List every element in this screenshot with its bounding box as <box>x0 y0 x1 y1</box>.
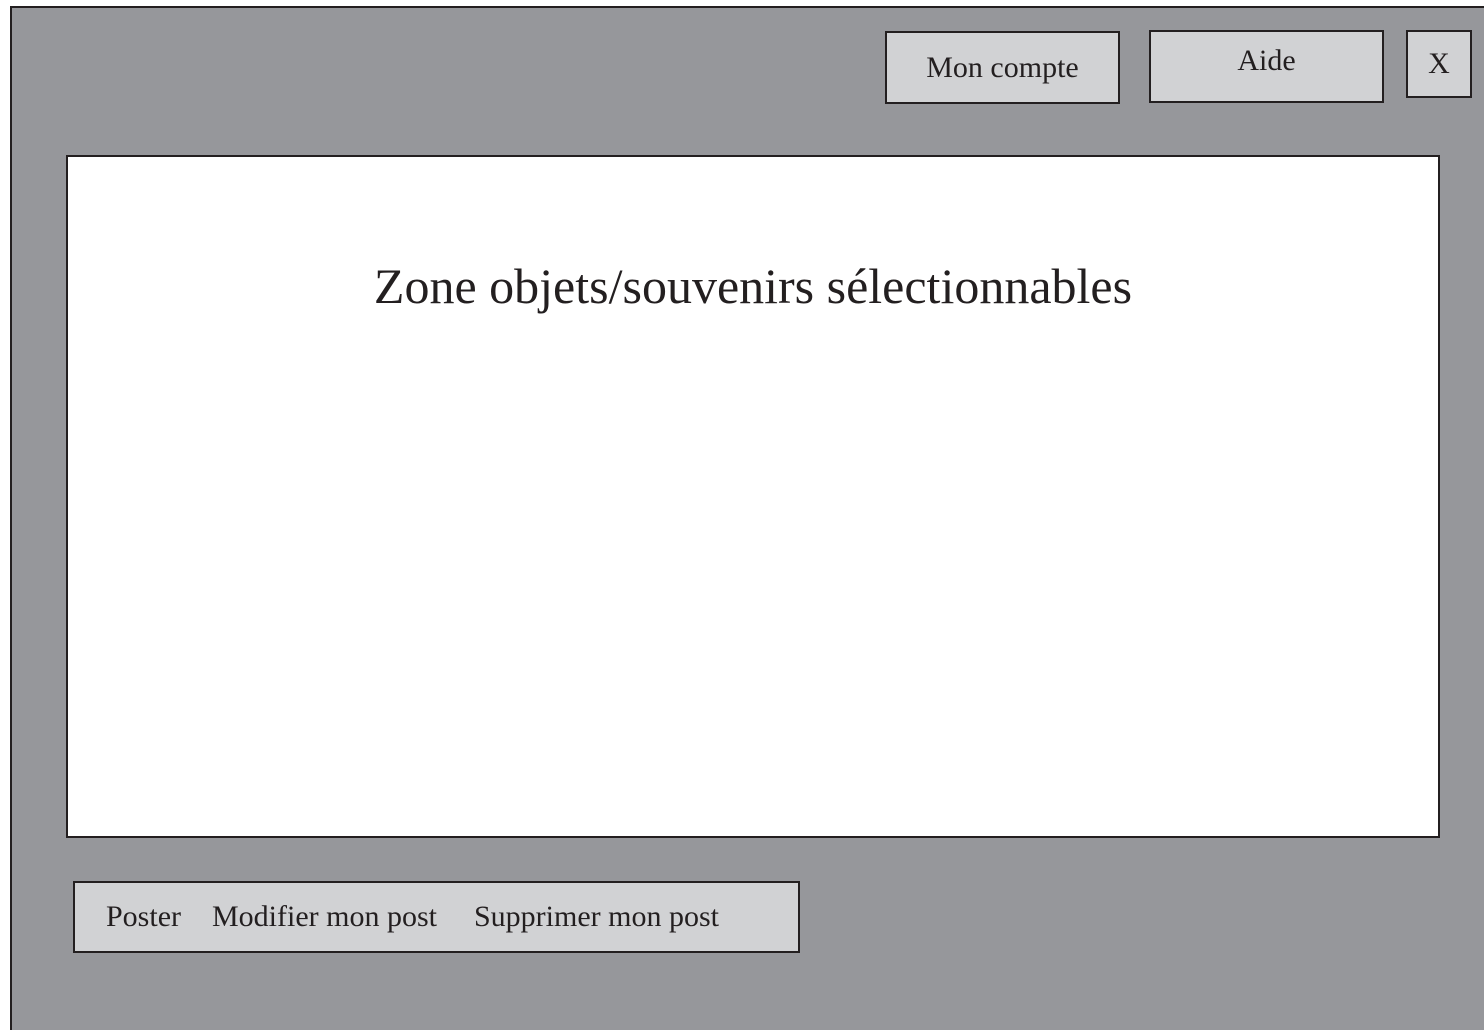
close-icon: X <box>1428 47 1450 80</box>
help-button-label: Aide <box>1237 44 1296 77</box>
post-button[interactable]: Poster <box>106 900 181 934</box>
close-button[interactable]: X <box>1406 30 1472 98</box>
delete-post-button[interactable]: Supprimer mon post <box>474 900 719 934</box>
zone-title: Zone objets/souvenirs sélectionnables <box>373 258 1133 314</box>
selectable-items-zone[interactable]: Zone objets/souvenirs sélectionnables <box>66 155 1440 838</box>
edit-post-button[interactable]: Modifier mon post <box>212 900 437 934</box>
app-window: Mon compte Aide X Zone objets/souvenirs … <box>10 6 1484 1030</box>
account-button[interactable]: Mon compte <box>885 31 1120 104</box>
post-actions-bar: Poster Modifier mon post Supprimer mon p… <box>73 881 800 953</box>
account-button-label: Mon compte <box>926 50 1079 84</box>
help-button[interactable]: Aide <box>1149 30 1384 103</box>
